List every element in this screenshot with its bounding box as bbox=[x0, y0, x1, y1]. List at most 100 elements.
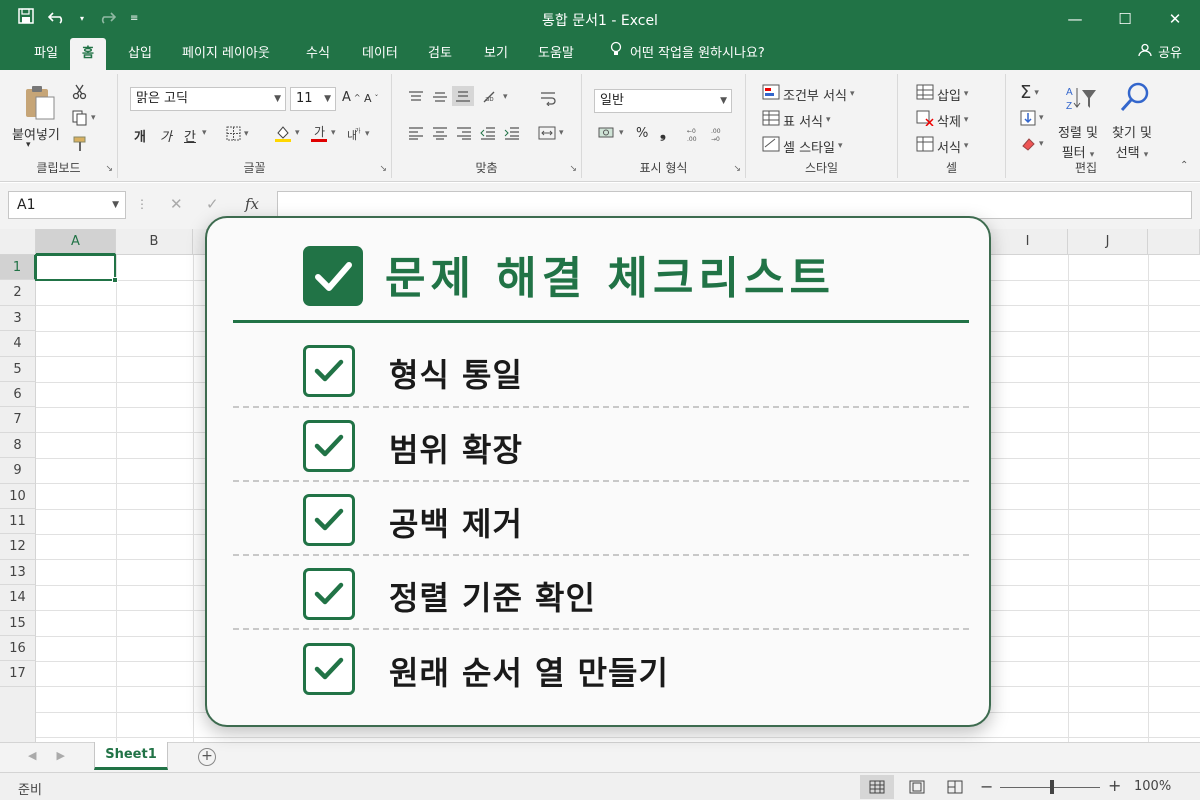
page-break-view-icon[interactable] bbox=[938, 775, 972, 799]
tab-view[interactable]: 보기 bbox=[472, 38, 520, 70]
cut-icon[interactable] bbox=[72, 84, 88, 100]
zoom-out-button[interactable]: − bbox=[980, 777, 993, 796]
borders-icon[interactable]: ▾ bbox=[226, 126, 249, 141]
tab-review[interactable]: 검토 bbox=[416, 38, 464, 70]
increase-decimal-icon[interactable]: ←0.00 bbox=[686, 126, 704, 142]
paste-icon[interactable] bbox=[24, 84, 55, 120]
cancel-icon[interactable]: ✕ bbox=[170, 195, 183, 213]
row-header-11[interactable]: 11 bbox=[0, 509, 36, 535]
add-sheet-button[interactable]: + bbox=[198, 748, 216, 766]
tab-insert[interactable]: 삽입 bbox=[116, 38, 164, 70]
row-header-6[interactable]: 6 bbox=[0, 382, 36, 408]
row-header-7[interactable]: 7 bbox=[0, 407, 36, 433]
align-bottom-icon[interactable] bbox=[452, 86, 474, 106]
phonetic-icon[interactable]: 내가 ▾ bbox=[346, 126, 370, 142]
row-header-blank[interactable] bbox=[0, 686, 36, 742]
column-header-i[interactable]: I bbox=[988, 229, 1068, 255]
font-color-icon[interactable]: 가 ▾ bbox=[310, 124, 336, 142]
close-button[interactable]: ✕ bbox=[1150, 0, 1200, 38]
clipboard-launcher-icon[interactable]: ↘ bbox=[105, 164, 113, 174]
select-all-button[interactable] bbox=[0, 229, 36, 255]
increase-indent-icon[interactable] bbox=[504, 126, 520, 140]
scroll-sheets-right-icon[interactable]: ▶ bbox=[56, 749, 64, 762]
merge-center-icon[interactable]: ▾ bbox=[538, 126, 564, 140]
insert-cells-button[interactable]: 삽입 ▾ bbox=[916, 84, 968, 104]
tab-home[interactable]: 홈 bbox=[70, 38, 106, 70]
tab-help[interactable]: 도움말 bbox=[526, 38, 586, 70]
name-box[interactable]: A1 ▼ bbox=[8, 191, 126, 219]
row-header-15[interactable]: 15 bbox=[0, 610, 36, 636]
zoom-level[interactable]: 100% bbox=[1134, 779, 1171, 794]
row-header-10[interactable]: 10 bbox=[0, 483, 36, 509]
find-select-icon[interactable] bbox=[1120, 82, 1150, 114]
fill-icon[interactable]: ▾ bbox=[1020, 110, 1044, 126]
comma-button[interactable]: ❟ bbox=[660, 124, 666, 142]
tab-file[interactable]: 파일 bbox=[22, 38, 70, 70]
copy-icon[interactable]: ▾ bbox=[72, 110, 96, 126]
row-header-2[interactable]: 2 bbox=[0, 280, 36, 306]
row-header-16[interactable]: 16 bbox=[0, 636, 36, 662]
accounting-format-icon[interactable]: ▾ bbox=[598, 126, 624, 140]
formula-input[interactable] bbox=[277, 191, 1192, 219]
row-header-5[interactable]: 5 bbox=[0, 356, 36, 382]
orientation-icon[interactable]: ab ▾ bbox=[482, 90, 508, 104]
row-header-13[interactable]: 13 bbox=[0, 559, 36, 586]
clear-icon[interactable]: ▾ bbox=[1020, 136, 1044, 152]
enter-icon[interactable]: ✓ bbox=[206, 195, 219, 213]
shrink-font-icon[interactable]: Aˇ bbox=[364, 92, 379, 105]
formula-bar-grip-icon[interactable]: ⋮ bbox=[136, 197, 148, 211]
percent-button[interactable]: % bbox=[636, 126, 648, 141]
sort-filter-button[interactable]: 정렬 및 필터 ▾ bbox=[1058, 122, 1098, 161]
align-center-icon[interactable] bbox=[432, 126, 448, 140]
format-painter-icon[interactable] bbox=[72, 136, 88, 152]
align-right-icon[interactable] bbox=[456, 126, 472, 140]
column-header-b[interactable]: B bbox=[116, 229, 193, 255]
align-left-icon[interactable] bbox=[408, 126, 424, 140]
autosum-button[interactable]: Σ ▾ bbox=[1020, 82, 1039, 103]
align-middle-icon[interactable] bbox=[432, 90, 448, 104]
underline-dropdown-icon[interactable]: ▾ bbox=[202, 128, 207, 138]
paste-button[interactable]: 붙여넣기 bbox=[12, 124, 60, 143]
row-header-9[interactable]: 9 bbox=[0, 458, 36, 484]
maximize-button[interactable]: ☐ bbox=[1100, 0, 1150, 38]
row-header-3[interactable]: 3 bbox=[0, 305, 36, 332]
number-launcher-icon[interactable]: ↘ bbox=[733, 164, 741, 174]
font-name-dropdown[interactable]: 맑은 고딕 ▼ bbox=[130, 87, 286, 111]
tab-data[interactable]: 데이터 bbox=[350, 38, 410, 70]
sheet-tab-sheet1[interactable]: Sheet1 bbox=[94, 742, 168, 770]
tell-me-search[interactable]: 어떤 작업을 원하시나요? bbox=[610, 38, 765, 70]
column-header-a[interactable]: A bbox=[36, 229, 116, 255]
row-header-14[interactable]: 14 bbox=[0, 585, 36, 611]
wrap-text-icon[interactable] bbox=[540, 90, 558, 106]
format-as-table-button[interactable]: 표 서식 ▾ bbox=[762, 110, 831, 130]
font-size-dropdown[interactable]: 11 ▼ bbox=[290, 87, 336, 111]
minimize-button[interactable]: — bbox=[1050, 0, 1100, 38]
collapse-ribbon-icon[interactable]: ⌃ bbox=[1180, 160, 1188, 171]
underline-button[interactable]: 간 bbox=[184, 126, 196, 145]
row-header-1[interactable]: 1 bbox=[0, 255, 36, 281]
conditional-formatting-button[interactable]: 조건부 서식 ▾ bbox=[762, 84, 854, 104]
fill-handle[interactable] bbox=[112, 277, 118, 283]
align-top-icon[interactable] bbox=[408, 90, 424, 104]
share-button[interactable]: 공유 bbox=[1138, 38, 1182, 70]
find-select-button[interactable]: 찾기 및 선택 ▾ bbox=[1112, 122, 1152, 161]
row-header-17[interactable]: 17 bbox=[0, 661, 36, 687]
row-header-4[interactable]: 4 bbox=[0, 331, 36, 357]
tab-page-layout[interactable]: 페이지 레이아웃 bbox=[170, 38, 282, 70]
grow-font-icon[interactable]: A ^ bbox=[342, 90, 361, 105]
zoom-in-button[interactable]: + bbox=[1108, 776, 1121, 795]
alignment-launcher-icon[interactable]: ↘ bbox=[569, 164, 577, 174]
insert-function-button[interactable]: fx bbox=[245, 195, 259, 213]
font-launcher-icon[interactable]: ↘ bbox=[379, 164, 387, 174]
normal-view-icon[interactable] bbox=[860, 775, 894, 799]
sort-filter-icon[interactable]: AZ bbox=[1064, 84, 1098, 112]
column-header-j[interactable]: J bbox=[1068, 229, 1148, 255]
cell-styles-button[interactable]: 셀 스타일 ▾ bbox=[762, 136, 843, 156]
decrease-indent-icon[interactable] bbox=[480, 126, 496, 140]
selected-cell-a1[interactable] bbox=[35, 254, 118, 283]
column-header-k[interactable] bbox=[1148, 229, 1200, 255]
italic-button[interactable]: 가 bbox=[160, 126, 172, 145]
row-header-8[interactable]: 8 bbox=[0, 432, 36, 459]
page-layout-view-icon[interactable] bbox=[900, 775, 934, 799]
tab-formulas[interactable]: 수식 bbox=[294, 38, 342, 70]
